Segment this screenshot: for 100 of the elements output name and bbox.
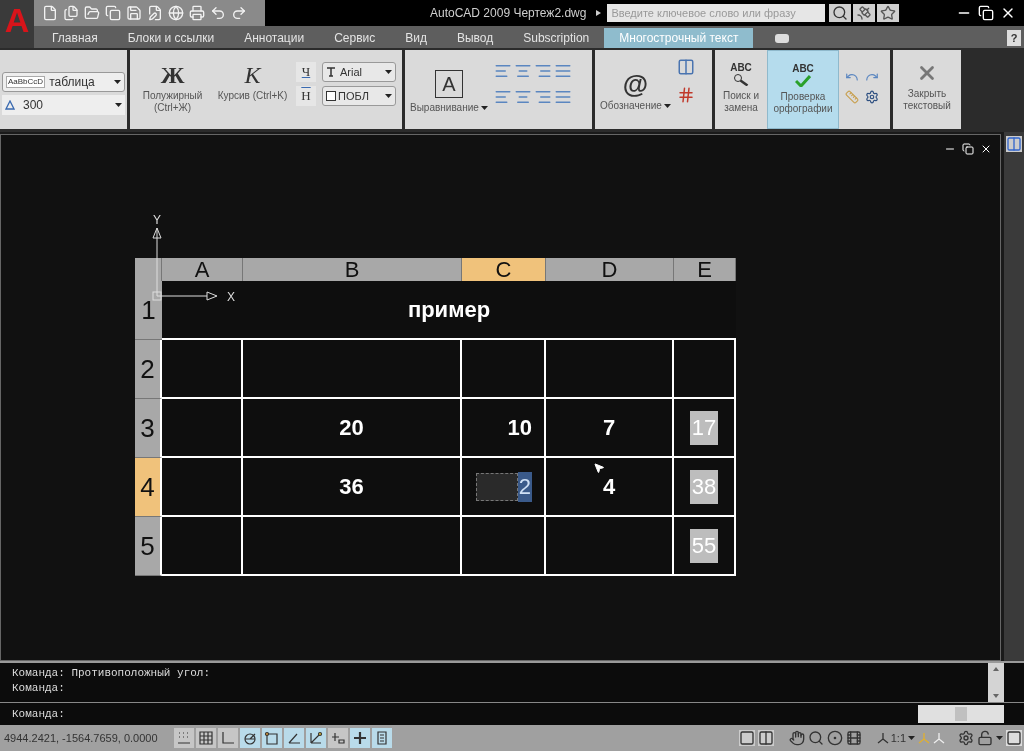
drafting-toggle[interactable] — [328, 728, 348, 748]
style-dropdown[interactable]: AaBbCcD таблица — [2, 72, 125, 92]
settings-icon[interactable] — [958, 730, 974, 746]
restore-icon[interactable] — [978, 5, 994, 21]
italic-button[interactable]: K Курсив (Ctrl+K) — [215, 60, 290, 102]
table-title: пример — [407, 296, 491, 324]
scroll-up-icon[interactable] — [993, 667, 999, 671]
ribbon-tab[interactable]: Аннотации — [229, 28, 320, 48]
clean-screen-icon[interactable] — [1006, 730, 1022, 746]
caret-icon — [996, 736, 1003, 740]
column-header[interactable]: E — [674, 258, 736, 281]
model-icon[interactable] — [738, 730, 755, 746]
help-button[interactable]: ? — [1007, 30, 1021, 46]
paragraph-align-icon[interactable] — [533, 88, 552, 106]
steering-wheel-icon[interactable] — [826, 730, 843, 746]
cell-value: 36 — [339, 473, 364, 501]
files-icon[interactable] — [63, 5, 79, 21]
grid-icon — [198, 730, 214, 746]
layout-icon[interactable] — [757, 730, 774, 746]
paragraph-align-icon[interactable] — [513, 62, 532, 80]
save-icon[interactable] — [126, 5, 142, 21]
color-dropdown[interactable]: ПОБЛ — [322, 86, 396, 106]
columns-icon[interactable] — [676, 58, 695, 76]
dropdown-value: Arial — [340, 64, 362, 80]
ribbon-tab[interactable]: Блоки и ссылки — [112, 28, 230, 48]
ribbon-tab[interactable]: Subscription — [508, 28, 605, 48]
paragraph-align-icon[interactable] — [553, 88, 572, 106]
search-field[interactable]: Введите ключевое слово или фразу — [607, 4, 826, 22]
field-value: 55 — [689, 528, 719, 563]
caret-icon — [908, 736, 915, 740]
paragraph-align-icon[interactable] — [493, 88, 512, 106]
undo-icon[interactable] — [210, 5, 226, 21]
paragraph-align-icon[interactable] — [553, 62, 572, 80]
row-header[interactable]: 2 — [135, 340, 162, 399]
drafting-toggle[interactable] — [350, 728, 370, 748]
color-swatch — [326, 91, 336, 101]
find-button[interactable]: ABC Поиск и замена — [715, 50, 767, 129]
drafting-toggle[interactable] — [372, 728, 392, 748]
search-icon[interactable] — [829, 4, 852, 22]
drafting-toggle[interactable] — [240, 728, 260, 748]
drafting-toggle[interactable] — [306, 728, 326, 748]
minimize-ribbon-icon[interactable] — [775, 34, 790, 43]
vertical-scrollbar[interactable] — [988, 663, 1004, 702]
column-header[interactable]: D — [546, 258, 674, 281]
ribbon-tab[interactable]: Вывод — [441, 28, 509, 48]
toolbar-icon[interactable] — [1006, 136, 1022, 152]
ribbon-tab[interactable]: Главная — [37, 28, 113, 48]
drafting-toggle[interactable] — [284, 728, 304, 748]
scroll-down-icon[interactable] — [993, 694, 999, 698]
symbol-button[interactable]: @ Обозначение — [600, 70, 671, 113]
row-header[interactable]: 3 — [135, 399, 162, 458]
copy-icon[interactable] — [105, 5, 121, 21]
redo-icon[interactable] — [231, 5, 247, 21]
column-header[interactable]: A — [162, 258, 243, 281]
edit-file-icon[interactable] — [147, 5, 163, 21]
horizontal-scrollbar[interactable] — [918, 705, 1004, 723]
drafting-toggle[interactable] — [174, 728, 194, 748]
row-header[interactable]: 4 — [135, 458, 162, 517]
height-dropdown[interactable]: 300 — [2, 95, 125, 115]
satellite-icon[interactable] — [853, 4, 876, 22]
paragraph-align-icon[interactable] — [533, 62, 552, 80]
justify-button[interactable]: A Выравнивание — [410, 70, 488, 115]
paragraph-align-icon[interactable] — [513, 88, 532, 106]
paragraph-align-icon[interactable] — [493, 62, 512, 80]
spell-check-button[interactable]: ABC Проверка орфографии — [767, 50, 839, 129]
caret-icon — [114, 80, 121, 84]
ribbon-tab[interactable]: Вид — [390, 28, 442, 48]
magnifier-icon — [733, 74, 749, 86]
folder-icon[interactable] — [84, 5, 100, 21]
underline-button[interactable]: Ч — [296, 62, 316, 82]
font-dropdown[interactable]: Arial — [322, 62, 396, 82]
column-header[interactable]: C — [462, 258, 546, 281]
annotation-scale[interactable]: 1:1 — [876, 729, 915, 747]
window-title: AutoCAD 2009 Чертеж2.dwg — [430, 5, 587, 22]
drafting-toggle[interactable] — [196, 728, 216, 748]
drafting-toggle[interactable] — [262, 728, 282, 748]
column-header[interactable]: B — [243, 258, 462, 281]
ribbon-tab[interactable]: Сервис — [319, 28, 391, 48]
lock-icon[interactable] — [977, 730, 993, 746]
bold-button[interactable]: Ж Полужирный (Ctrl+Ж) — [136, 60, 210, 114]
showmotion-icon[interactable] — [845, 730, 862, 746]
options-icon[interactable] — [865, 90, 879, 104]
row-header[interactable]: 5 — [135, 517, 162, 576]
expand-icon[interactable] — [596, 10, 602, 16]
row-header[interactable]: 1 — [135, 281, 162, 340]
globe-icon[interactable] — [168, 5, 184, 21]
pan-icon[interactable] — [788, 730, 805, 746]
close-editor-button[interactable]: Закрыть текстовый — [898, 62, 956, 112]
close-icon[interactable] — [980, 143, 992, 155]
restore-icon[interactable] — [962, 143, 974, 155]
printer-icon[interactable] — [189, 5, 205, 21]
zoom-icon[interactable] — [807, 730, 824, 746]
overline-button[interactable]: Н — [296, 86, 316, 106]
dyn-icon — [330, 730, 346, 746]
osnap-icon — [264, 730, 280, 746]
field-icon[interactable] — [676, 86, 695, 104]
autoscale-icon[interactable] — [933, 732, 945, 744]
new-file-icon[interactable] — [42, 5, 58, 21]
snap-icon — [176, 730, 192, 746]
drafting-toggle[interactable] — [218, 728, 238, 748]
